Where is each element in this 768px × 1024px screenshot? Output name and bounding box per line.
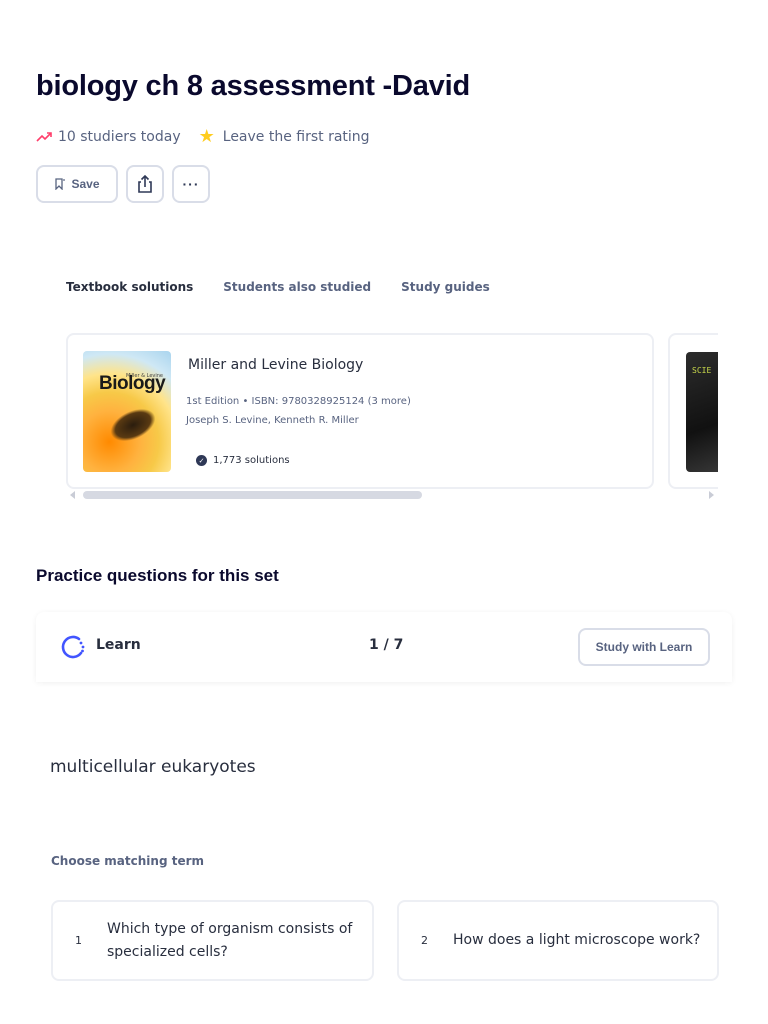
more-options-button[interactable]: ··· xyxy=(172,165,210,203)
answer-option-2[interactable]: 2 How does a light microscope work? xyxy=(397,900,719,981)
option-number: 1 xyxy=(75,934,82,947)
star-icon[interactable]: ★ xyxy=(199,128,215,146)
practice-section-title: Practice questions for this set xyxy=(36,566,279,585)
answer-option-1[interactable]: 1 Which type of organism consists of spe… xyxy=(51,900,374,981)
learn-header: Learn 1 / 7 Study with Learn xyxy=(36,612,732,682)
textbook-cover: Miller & Levine Biology xyxy=(83,351,171,472)
share-icon xyxy=(138,174,152,193)
share-button[interactable] xyxy=(126,165,164,203)
study-with-learn-button[interactable]: Study with Learn xyxy=(578,628,710,666)
tab-study-guides[interactable]: Study guides xyxy=(401,280,490,294)
textbook-details: 1st Edition • ISBN: 9780328925124 (3 mor… xyxy=(186,392,411,430)
cover-2-text: SCIE xyxy=(692,366,712,375)
scroll-left-arrow-icon[interactable] xyxy=(70,491,75,499)
tab-students-also-studied[interactable]: Students also studied xyxy=(223,280,371,294)
bookmark-icon xyxy=(55,178,66,190)
rating-link[interactable]: Leave the first rating xyxy=(223,129,370,145)
learn-icon xyxy=(61,635,85,659)
textbook-cover-2: SCIE xyxy=(686,352,718,472)
studiers-count: 10 studiers today xyxy=(58,129,181,145)
textbook-card-2[interactable]: SCIE xyxy=(668,333,718,489)
carousel-scrollbar[interactable] xyxy=(66,490,718,500)
option-text: Which type of organism consists of speci… xyxy=(107,920,353,960)
save-label: Save xyxy=(71,177,100,191)
set-title: biology ch 8 assessment -David xyxy=(36,70,470,102)
question-prompt: multicellular eukaryotes xyxy=(50,757,256,777)
solutions-label: 1,773 solutions xyxy=(213,455,290,466)
textbook-carousel: Miller & Levine Biology Miller and Levin… xyxy=(66,333,718,503)
learn-mode-label: Learn xyxy=(96,637,141,653)
tab-textbook-solutions[interactable]: Textbook solutions xyxy=(66,280,193,294)
bee-image xyxy=(105,402,161,448)
scroll-thumb[interactable] xyxy=(83,491,422,499)
option-number: 2 xyxy=(421,934,428,947)
set-meta: 10 studiers today ★ Leave the first rati… xyxy=(36,128,370,146)
textbook-card[interactable]: Miller & Levine Biology Miller and Levin… xyxy=(66,333,654,489)
save-button[interactable]: Save xyxy=(36,165,118,203)
trending-icon xyxy=(36,132,52,142)
cover-title: Biology xyxy=(99,373,166,394)
textbook-title: Miller and Levine Biology xyxy=(188,357,364,373)
answer-instruction: Choose matching term xyxy=(51,854,205,868)
verified-icon: ✓ xyxy=(196,455,207,466)
set-actions: Save ··· xyxy=(36,165,210,203)
scroll-right-arrow-icon[interactable] xyxy=(709,491,714,499)
solutions-count: ✓ 1,773 solutions xyxy=(196,455,290,466)
textbook-authors: Joseph S. Levine, Kenneth R. Miller xyxy=(186,415,359,426)
question-progress: 1 / 7 xyxy=(369,637,404,653)
more-icon: ··· xyxy=(182,176,200,192)
option-text: How does a light microscope work? xyxy=(453,932,701,948)
related-tabs: Textbook solutions Students also studied… xyxy=(66,280,490,294)
textbook-edition: 1st Edition • ISBN: 9780328925124 (3 mor… xyxy=(186,396,411,407)
